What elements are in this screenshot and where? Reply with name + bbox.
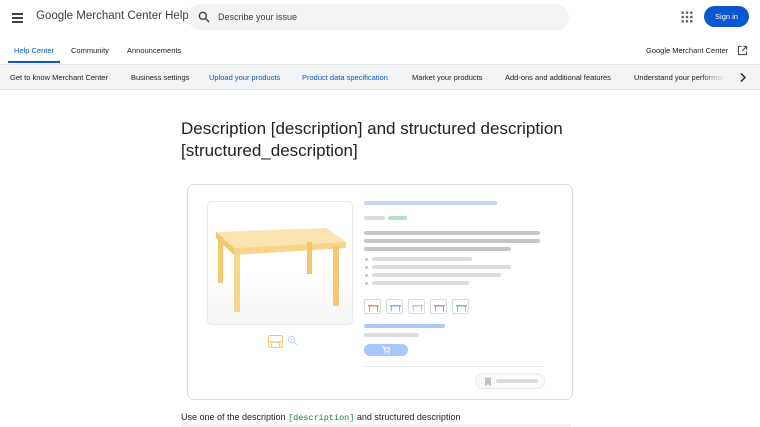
nav-announcements[interactable]: Announcements (127, 46, 181, 55)
category-business-settings[interactable]: Business settings (131, 73, 189, 82)
badge-placeholder (388, 216, 407, 220)
zoom-icon (287, 335, 298, 346)
search-icon[interactable] (197, 10, 211, 24)
sign-in-button[interactable]: Sign in (704, 6, 749, 27)
nav-help-center[interactable]: Help Center (14, 46, 54, 55)
description-line (364, 239, 540, 243)
description-line (364, 231, 540, 235)
price-placeholder (364, 216, 385, 220)
top-bar: Google Merchant Center Help Sign in (0, 0, 760, 36)
save-placeholder (475, 373, 545, 389)
intro-paragraph: Use one of the description [description]… (181, 410, 460, 425)
title-placeholder (364, 201, 497, 205)
intro-text: Use one of the description (181, 412, 289, 422)
category-bar: Get to know Merchant Center Business set… (0, 64, 760, 90)
bullet-line (372, 257, 472, 261)
image-thumbnail (268, 335, 283, 348)
bullet-dot (365, 258, 368, 261)
bullet-line (372, 265, 511, 269)
description-line (364, 247, 511, 251)
category-upload-products[interactable]: Upload your products (209, 73, 280, 82)
nav-active-indicator (8, 61, 60, 63)
external-link-icon[interactable] (737, 45, 748, 56)
bullet-dot (365, 282, 368, 285)
variant-swatch (430, 299, 447, 314)
cart-icon (382, 346, 390, 354)
page-title: Description [description] and structured… (181, 119, 563, 160)
category-addons[interactable]: Add-ons and additional features (505, 73, 611, 82)
search-input[interactable] (218, 4, 548, 30)
bullet-dot (365, 266, 368, 269)
intro-text-suffix: and structured description (354, 412, 461, 422)
attribute-code: [description] (288, 413, 355, 423)
variant-swatch (364, 299, 381, 314)
category-market-products[interactable]: Market your products (412, 73, 482, 82)
bookmark-icon (485, 377, 491, 387)
save-label-placeholder (496, 379, 538, 383)
merchant-center-link[interactable]: Google Merchant Center (646, 46, 728, 55)
search-box[interactable] (188, 4, 569, 30)
category-fade (700, 65, 736, 89)
variant-swatch (408, 299, 425, 314)
variant-swatch (452, 299, 469, 314)
bullet-dot (365, 274, 368, 277)
product-listing-illustration (187, 184, 573, 400)
nav-community[interactable]: Community (71, 46, 109, 55)
app-title[interactable]: Google Merchant Center Help (36, 10, 189, 22)
category-active-indicator (301, 89, 393, 90)
add-to-cart-placeholder (364, 344, 408, 356)
text-placeholder (364, 333, 419, 337)
table-illustration (216, 228, 346, 312)
help-nav: Help Center Community Announcements Goog… (0, 36, 760, 64)
product-image-card (207, 201, 353, 325)
bullet-line (372, 273, 501, 277)
category-get-to-know[interactable]: Get to know Merchant Center (10, 73, 108, 82)
apps-grid-icon[interactable] (681, 11, 693, 23)
link-placeholder (364, 324, 445, 328)
divider (364, 366, 544, 367)
chevron-right-icon[interactable] (738, 72, 748, 83)
category-product-data-spec[interactable]: Product data specification (302, 73, 388, 82)
variant-swatch (386, 299, 403, 314)
bullet-line (372, 281, 469, 285)
category-active-indicator (208, 89, 284, 90)
menu-icon[interactable] (10, 9, 28, 27)
